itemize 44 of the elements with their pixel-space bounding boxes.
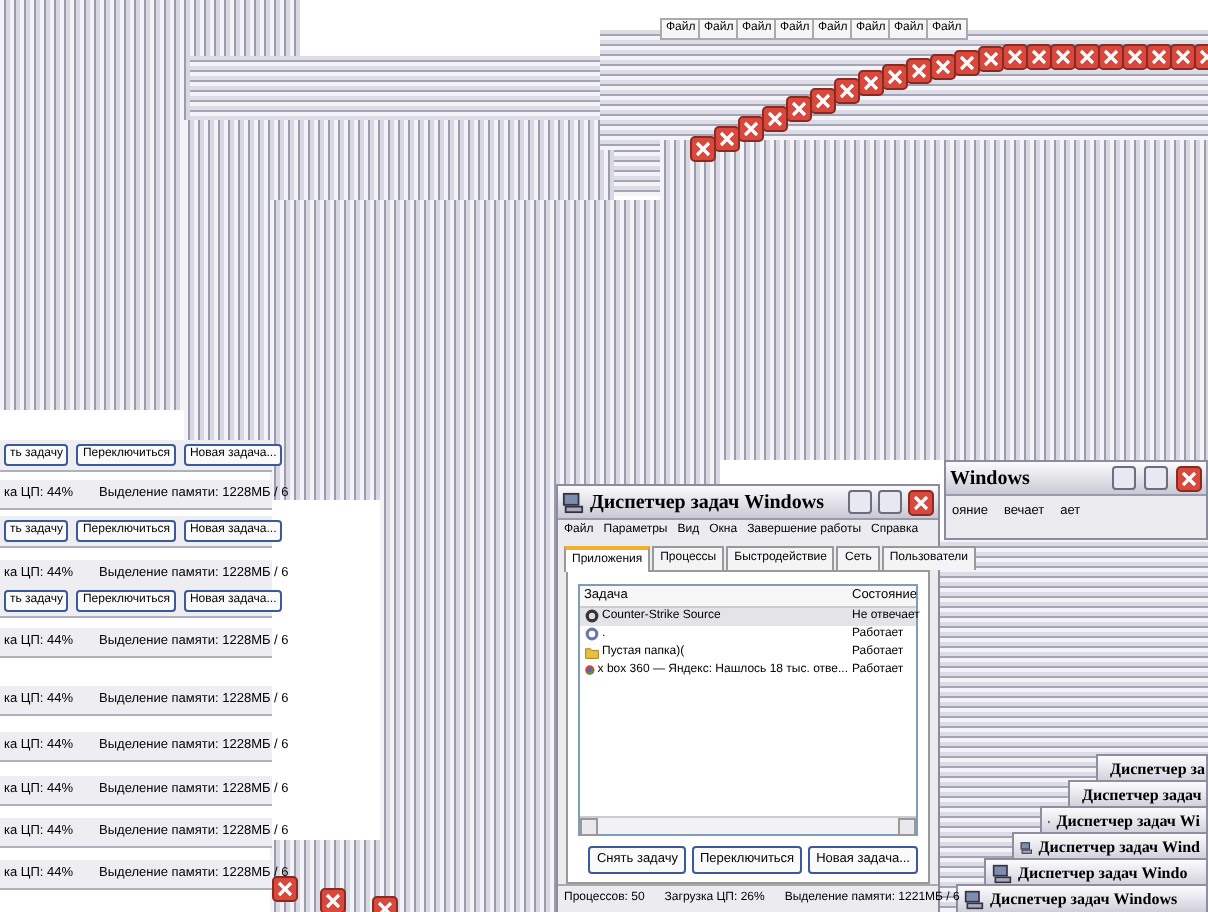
close-icon[interactable] [906, 58, 932, 84]
gear-icon [584, 626, 600, 643]
close-icon[interactable] [272, 876, 298, 902]
window-title: Диспетчер за [1110, 757, 1205, 781]
close-icon[interactable] [1098, 44, 1124, 70]
close-icon[interactable] [1176, 465, 1202, 491]
close-icon[interactable] [1002, 44, 1028, 70]
close-icon[interactable] [834, 78, 860, 104]
close-icon[interactable] [738, 116, 764, 142]
close-icon[interactable] [908, 489, 934, 515]
close-icon[interactable] [1170, 44, 1196, 70]
close-icon[interactable] [1146, 44, 1172, 70]
window-title: Диспетчер задач Wi [1056, 809, 1200, 833]
scrollbar[interactable] [580, 816, 916, 835]
minimize-icon[interactable] [848, 490, 872, 514]
close-icon[interactable] [1122, 44, 1148, 70]
minimize-icon[interactable] [1112, 465, 1136, 489]
window-title: Диспетчер задач Wind [1038, 835, 1200, 859]
browser-icon [584, 662, 596, 679]
game-icon [584, 608, 600, 625]
window-title: Windows [950, 465, 1030, 493]
scroll-left-icon[interactable] [580, 818, 598, 837]
close-icon[interactable] [1050, 44, 1076, 70]
close-icon[interactable] [320, 888, 346, 912]
window-title: Диспетчер задач Windows [590, 489, 826, 517]
maximize-icon[interactable] [1144, 465, 1168, 489]
folder-icon [584, 644, 600, 661]
window-title: Диспетчер задач [1082, 783, 1202, 807]
close-icon[interactable] [1074, 44, 1100, 70]
close-icon[interactable] [786, 96, 812, 122]
close-icon[interactable] [882, 64, 908, 90]
window-title: Диспетчер задач Windows [990, 887, 1178, 911]
window-title: Диспетчер задач Windo [1018, 861, 1188, 885]
close-icon[interactable] [810, 88, 836, 114]
close-icon[interactable] [930, 54, 956, 80]
close-icon[interactable] [690, 136, 716, 162]
close-icon[interactable] [762, 106, 788, 132]
close-icon[interactable] [1026, 44, 1052, 70]
maximize-icon[interactable] [878, 490, 902, 514]
scroll-right-icon[interactable] [898, 818, 916, 837]
close-icon[interactable] [954, 50, 980, 76]
close-icon[interactable] [858, 70, 884, 96]
close-icon[interactable] [714, 126, 740, 152]
close-icon[interactable] [978, 46, 1004, 72]
